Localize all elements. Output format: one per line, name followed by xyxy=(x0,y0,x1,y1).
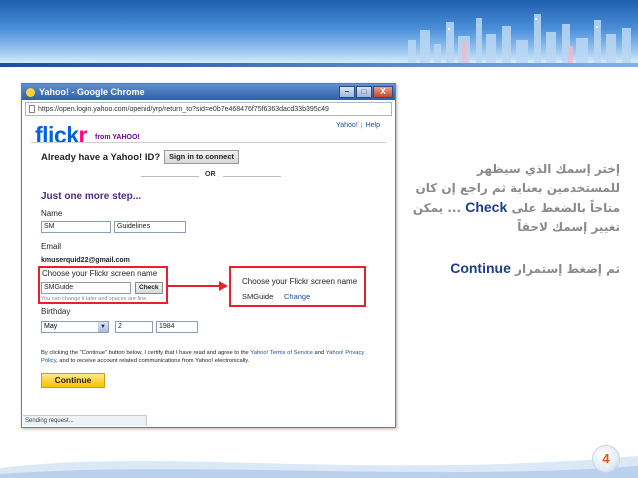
continue-keyword: Continue xyxy=(450,260,511,276)
callout-screen-name: SMGuide xyxy=(242,292,274,301)
change-link[interactable]: Change xyxy=(284,292,310,301)
slide: Yahoo! - Google Chrome – □ X https://ope… xyxy=(0,0,638,478)
instruction-paragraph-1: إختر إسمك الذي سيظهر للمستخدمين بعناية ث… xyxy=(405,160,620,237)
instruction-2-text: ثم إضغط إستمرار xyxy=(515,262,620,276)
instruction-paragraph-2: ثم إضغط إستمرار Continue xyxy=(405,259,620,279)
page-number: 4 xyxy=(592,445,620,473)
callout-arrow xyxy=(167,281,228,291)
screen-name-callout: Choose your Flickr screen name SMGuide C… xyxy=(229,266,366,307)
check-keyword: Check xyxy=(465,199,508,215)
arrow-head xyxy=(219,281,228,291)
footer-wave xyxy=(0,456,638,478)
callout-title: Choose your Flickr screen name xyxy=(242,277,358,286)
